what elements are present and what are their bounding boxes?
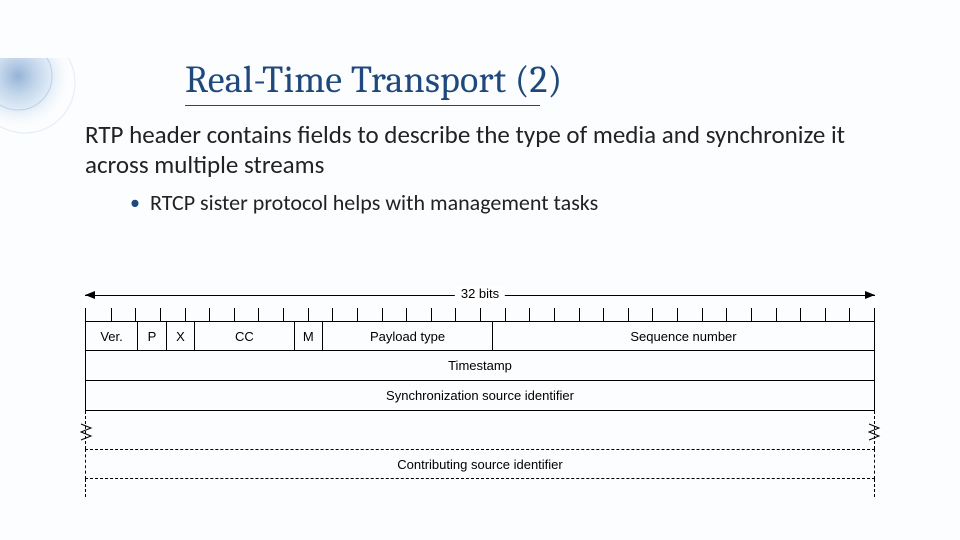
field-payload-type: Payload type	[323, 322, 493, 350]
bit-ticks	[85, 308, 875, 322]
break-mark-left-icon	[79, 423, 93, 441]
gap-row	[85, 411, 875, 449]
field-x: X	[167, 322, 196, 350]
field-cc: CC	[195, 322, 294, 350]
arrow-left-icon	[85, 291, 95, 299]
title-underline	[185, 105, 540, 106]
width-label-row: 32 bits	[85, 286, 875, 306]
slide-title: Real-Time Transport (2)	[185, 58, 960, 102]
field-row: Ver. P X CC M Payload type Sequence numb…	[85, 321, 875, 351]
width-label: 32 bits	[455, 286, 505, 301]
arrow-right-icon	[865, 291, 875, 299]
corner-decoration	[0, 58, 90, 148]
bullet-text: RTCP sister protocol helps with manageme…	[150, 189, 598, 216]
body-text-content: RTP header contains fields to describe t…	[85, 119, 845, 180]
rtp-header-diagram: 32 bits Ver. P X CC M Payload type Seque…	[85, 286, 875, 497]
field-m: M	[295, 322, 324, 350]
bullet-item: • RTCP sister protocol helps with managem…	[130, 189, 960, 216]
break-mark-right-icon	[867, 423, 881, 441]
body-text: RTP header contains fields to describe t…	[85, 120, 890, 179]
bullet-dot: •	[130, 191, 140, 215]
row-contrib-source: Contributing source identifier	[85, 449, 875, 479]
row-sync-source: Synchronization source identifier	[85, 381, 875, 411]
field-sequence: Sequence number	[493, 322, 874, 350]
tail-row	[85, 479, 875, 497]
row-timestamp: Timestamp	[85, 351, 875, 381]
field-ver: Ver.	[86, 322, 138, 350]
field-p: P	[138, 322, 167, 350]
